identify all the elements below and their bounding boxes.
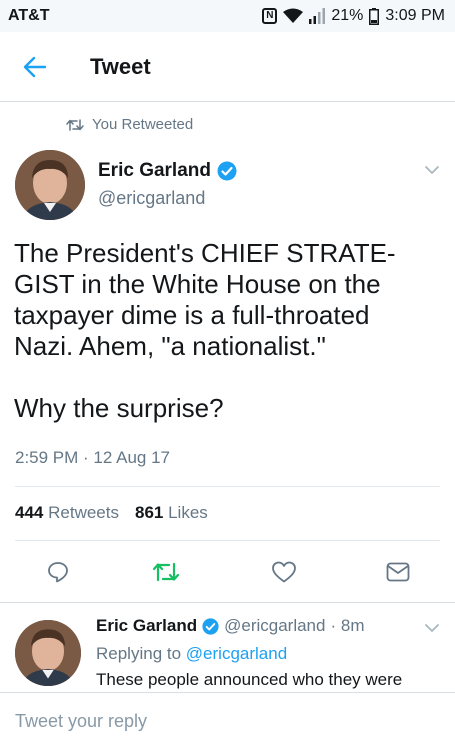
reply-input[interactable] — [15, 711, 435, 732]
reply-text: These people announced who they were — [96, 670, 403, 689]
wifi-icon — [283, 8, 304, 24]
retweet-context-label: You Retweeted — [92, 116, 194, 133]
chevron-down-icon — [425, 166, 439, 174]
status-time: 3:09 PM — [385, 7, 445, 24]
author-name-row[interactable]: Eric Garland — [98, 160, 237, 182]
likes-count-link[interactable]: 861 Likes — [135, 503, 208, 523]
engagement-counts: 444 Retweets 861 Likes — [15, 503, 208, 523]
reply-composer — [0, 692, 455, 750]
reply-header[interactable]: Eric Garland @ericgarland · 8m — [96, 616, 364, 636]
reply-author-name[interactable]: Eric Garland — [96, 616, 197, 636]
divider — [15, 540, 440, 541]
back-arrow-icon — [23, 56, 47, 77]
retweets-count: 444 — [15, 503, 44, 522]
reply-author-handle[interactable]: @ericgarland — [224, 616, 325, 636]
retweet-button[interactable] — [146, 552, 186, 592]
app-header: Tweet — [0, 32, 455, 102]
author-name[interactable]: Eric Garland — [98, 160, 211, 182]
status-bar: AT&T N 21% 3:09 PM — [0, 0, 455, 32]
reply-age: · 8m — [330, 616, 365, 635]
replying-to-handle[interactable]: @ericgarland — [186, 644, 287, 663]
battery-percent: 21% — [331, 7, 364, 24]
tweet-actions — [0, 552, 455, 592]
reply-icon — [48, 562, 68, 583]
tweet-text: The President's CHIEF STRATE- GIST in th… — [14, 238, 396, 423]
reply-button[interactable] — [38, 552, 78, 592]
section-divider — [0, 602, 455, 603]
dm-icon — [386, 562, 410, 582]
author-handle[interactable]: @ericgarland — [98, 188, 205, 209]
likes-count: 861 — [134, 503, 164, 522]
tweet-options-button[interactable] — [425, 162, 439, 180]
verified-icon — [217, 161, 237, 181]
tweet-timestamp: 2:59 PM · 12 Aug 17 — [15, 448, 170, 467]
divider — [15, 486, 440, 487]
share-dm-button[interactable] — [378, 552, 418, 592]
retweet-context: You Retweeted — [66, 116, 193, 133]
reply-options-button[interactable] — [425, 620, 439, 638]
reply-avatar[interactable] — [15, 620, 81, 686]
back-button[interactable] — [0, 32, 70, 102]
like-icon — [272, 561, 296, 583]
likes-label: Likes — [168, 503, 208, 522]
page-title: Tweet — [90, 53, 151, 79]
carrier-label: AT&T — [8, 7, 50, 24]
chevron-down-icon — [425, 624, 439, 632]
retweet-icon — [152, 562, 180, 582]
verified-icon — [202, 617, 219, 635]
signal-icon — [309, 8, 326, 24]
replying-to-prefix: Replying to — [96, 644, 182, 663]
battery-icon — [369, 7, 380, 25]
status-indicators: N 21% 3:09 PM — [262, 7, 445, 25]
retweets-count-link[interactable]: 444 Retweets — [15, 503, 119, 523]
nfc-icon: N — [262, 8, 278, 24]
avatar[interactable] — [15, 150, 85, 220]
like-button[interactable] — [264, 552, 304, 592]
retweet-icon — [66, 118, 84, 131]
retweets-label: Retweets — [48, 503, 119, 522]
replying-to: Replying to @ericgarland — [96, 644, 287, 664]
